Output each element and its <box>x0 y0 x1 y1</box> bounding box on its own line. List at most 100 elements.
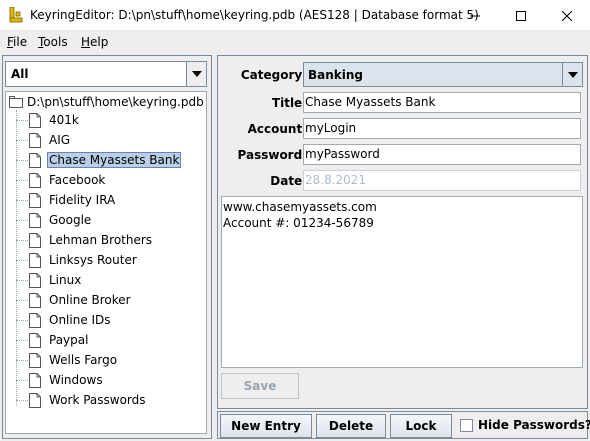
entry-tree[interactable]: D:\pn\stuff\home\keyring.pdb 401k AIG Chas… <box>5 91 207 434</box>
password-label: Password: <box>237 148 308 162</box>
tree-item[interactable]: Linksys Router <box>16 250 139 270</box>
document-icon <box>29 232 41 248</box>
menu-file[interactable]: File <box>7 35 27 49</box>
main-area: All D:\pn\stuff\home\keyring.pdb 401k AIG… <box>0 53 590 441</box>
minimize-button[interactable] <box>452 0 498 31</box>
tree-item[interactable]: Google <box>16 210 93 230</box>
filter-dropdown-button[interactable] <box>186 62 206 86</box>
tree-branch-line <box>16 319 28 321</box>
maximize-icon <box>516 10 526 21</box>
save-button[interactable]: Save <box>221 373 299 399</box>
tree-item[interactable]: Paypal <box>16 330 90 350</box>
tree-branch-line <box>16 379 28 381</box>
document-icon <box>29 212 41 228</box>
document-icon <box>29 172 41 188</box>
lock-button[interactable]: Lock <box>390 414 452 438</box>
tree-item-label: Fidelity IRA <box>49 193 116 207</box>
chevron-down-icon <box>567 71 578 78</box>
tree-item[interactable]: AIG <box>16 130 72 150</box>
category-dropdown[interactable]: Banking <box>303 62 583 87</box>
tree-branch-line <box>16 119 28 121</box>
filter-value: All <box>11 67 29 81</box>
tree-item[interactable]: Facebook <box>16 170 107 190</box>
action-bar: New Entry Delete Lock Hide Passwords? <box>217 411 590 439</box>
date-field: 28.8.2021 <box>303 170 581 191</box>
account-field[interactable]: myLogin <box>303 118 581 139</box>
maximize-button[interactable] <box>498 0 544 31</box>
document-icon <box>29 152 41 168</box>
category-dropdown-button[interactable] <box>562 63 582 86</box>
tree-item-label: Linux <box>49 273 82 287</box>
tree-branch-line <box>16 219 28 221</box>
document-icon <box>29 132 41 148</box>
key-icon <box>9 7 23 23</box>
new-entry-button[interactable]: New Entry <box>220 414 312 438</box>
tree-item[interactable]: Lehman Brothers <box>16 230 154 250</box>
tree-item-label: 401k <box>49 113 79 127</box>
tree-root[interactable]: D:\pn\stuff\home\keyring.pdb <box>9 94 204 110</box>
tree-item-label: Lehman Brothers <box>49 233 153 247</box>
tree-item[interactable]: Fidelity IRA <box>16 190 117 210</box>
left-panel: All D:\pn\stuff\home\keyring.pdb 401k AIG… <box>2 55 212 439</box>
title-field[interactable]: Chase Myassets Bank <box>303 92 581 113</box>
tree-item-label: Online IDs <box>49 313 111 327</box>
tree-branch-line <box>16 139 28 141</box>
tree-item[interactable]: Windows <box>16 370 105 390</box>
tree-item[interactable]: Online IDs <box>16 310 113 330</box>
title-label: Title: <box>271 96 307 110</box>
tree-item-label: Google <box>49 213 92 227</box>
menu-help-label: elp <box>90 35 109 49</box>
document-icon <box>29 312 41 328</box>
tree-item[interactable]: 401k <box>16 110 81 130</box>
document-icon <box>29 272 41 288</box>
menu-tools-label: ools <box>43 35 68 49</box>
menu-help[interactable]: Help <box>81 35 108 49</box>
document-icon <box>29 372 41 388</box>
document-icon <box>29 252 41 268</box>
tree-item[interactable]: Work Passwords <box>16 390 148 410</box>
tree-item[interactable]: Linux <box>16 270 83 290</box>
tree-branch-line <box>16 359 28 361</box>
tree-item[interactable]: Online Broker <box>16 290 133 310</box>
tree-branch-line <box>16 239 28 241</box>
folder-icon <box>9 96 23 108</box>
tree-branch-line <box>16 179 28 181</box>
tree-branch-line <box>16 299 28 301</box>
menu-file-label: ile <box>13 35 28 49</box>
tree-branch-line <box>16 339 28 341</box>
tree-branch-line <box>16 259 28 261</box>
document-icon <box>29 112 41 128</box>
tree-item-label: Wells Fargo <box>49 353 118 367</box>
tree-branch-line <box>16 399 28 401</box>
minimize-icon <box>470 15 480 16</box>
entry-details-panel: Category: Banking Title: Chase Myassets … <box>217 55 588 409</box>
menu-bar: File Tools Help <box>0 31 590 53</box>
menu-help-mnemonic: H <box>81 35 91 49</box>
tree-item[interactable]: Chase Myassets Bank <box>16 150 182 170</box>
document-icon <box>29 292 41 308</box>
window-title: KeyringEditor: D:\pn\stuff\home\keyring.… <box>30 8 479 22</box>
tree-branch-line <box>16 159 28 161</box>
hide-passwords-checkbox[interactable] <box>460 419 473 432</box>
filter-dropdown[interactable]: All <box>5 61 207 87</box>
category-label: Category: <box>240 68 307 82</box>
close-button[interactable] <box>544 0 590 31</box>
tree-item[interactable]: Wells Fargo <box>16 350 119 370</box>
delete-button[interactable]: Delete <box>316 414 386 438</box>
tree-item-label: AIG <box>49 133 71 147</box>
tree-item-label: Linksys Router <box>49 253 137 267</box>
account-label: Account: <box>247 122 307 136</box>
close-icon <box>562 10 572 21</box>
tree-item-label: Online Broker <box>49 293 131 307</box>
notes-textarea[interactable]: www.chasemyassets.com Account #: 01234-5… <box>221 196 583 368</box>
password-field[interactable]: myPassword <box>303 144 581 165</box>
tree-item-label: Work Passwords <box>49 393 146 407</box>
tree-branch-line <box>16 279 28 281</box>
tree-root-label: D:\pn\stuff\home\keyring.pdb <box>27 95 204 109</box>
date-label: Date: <box>270 174 307 188</box>
chevron-down-icon <box>191 71 202 77</box>
hide-passwords-label[interactable]: Hide Passwords? <box>478 418 590 432</box>
tree-item-label: Windows <box>49 373 103 387</box>
menu-tools[interactable]: Tools <box>38 35 68 49</box>
document-icon <box>29 392 41 408</box>
